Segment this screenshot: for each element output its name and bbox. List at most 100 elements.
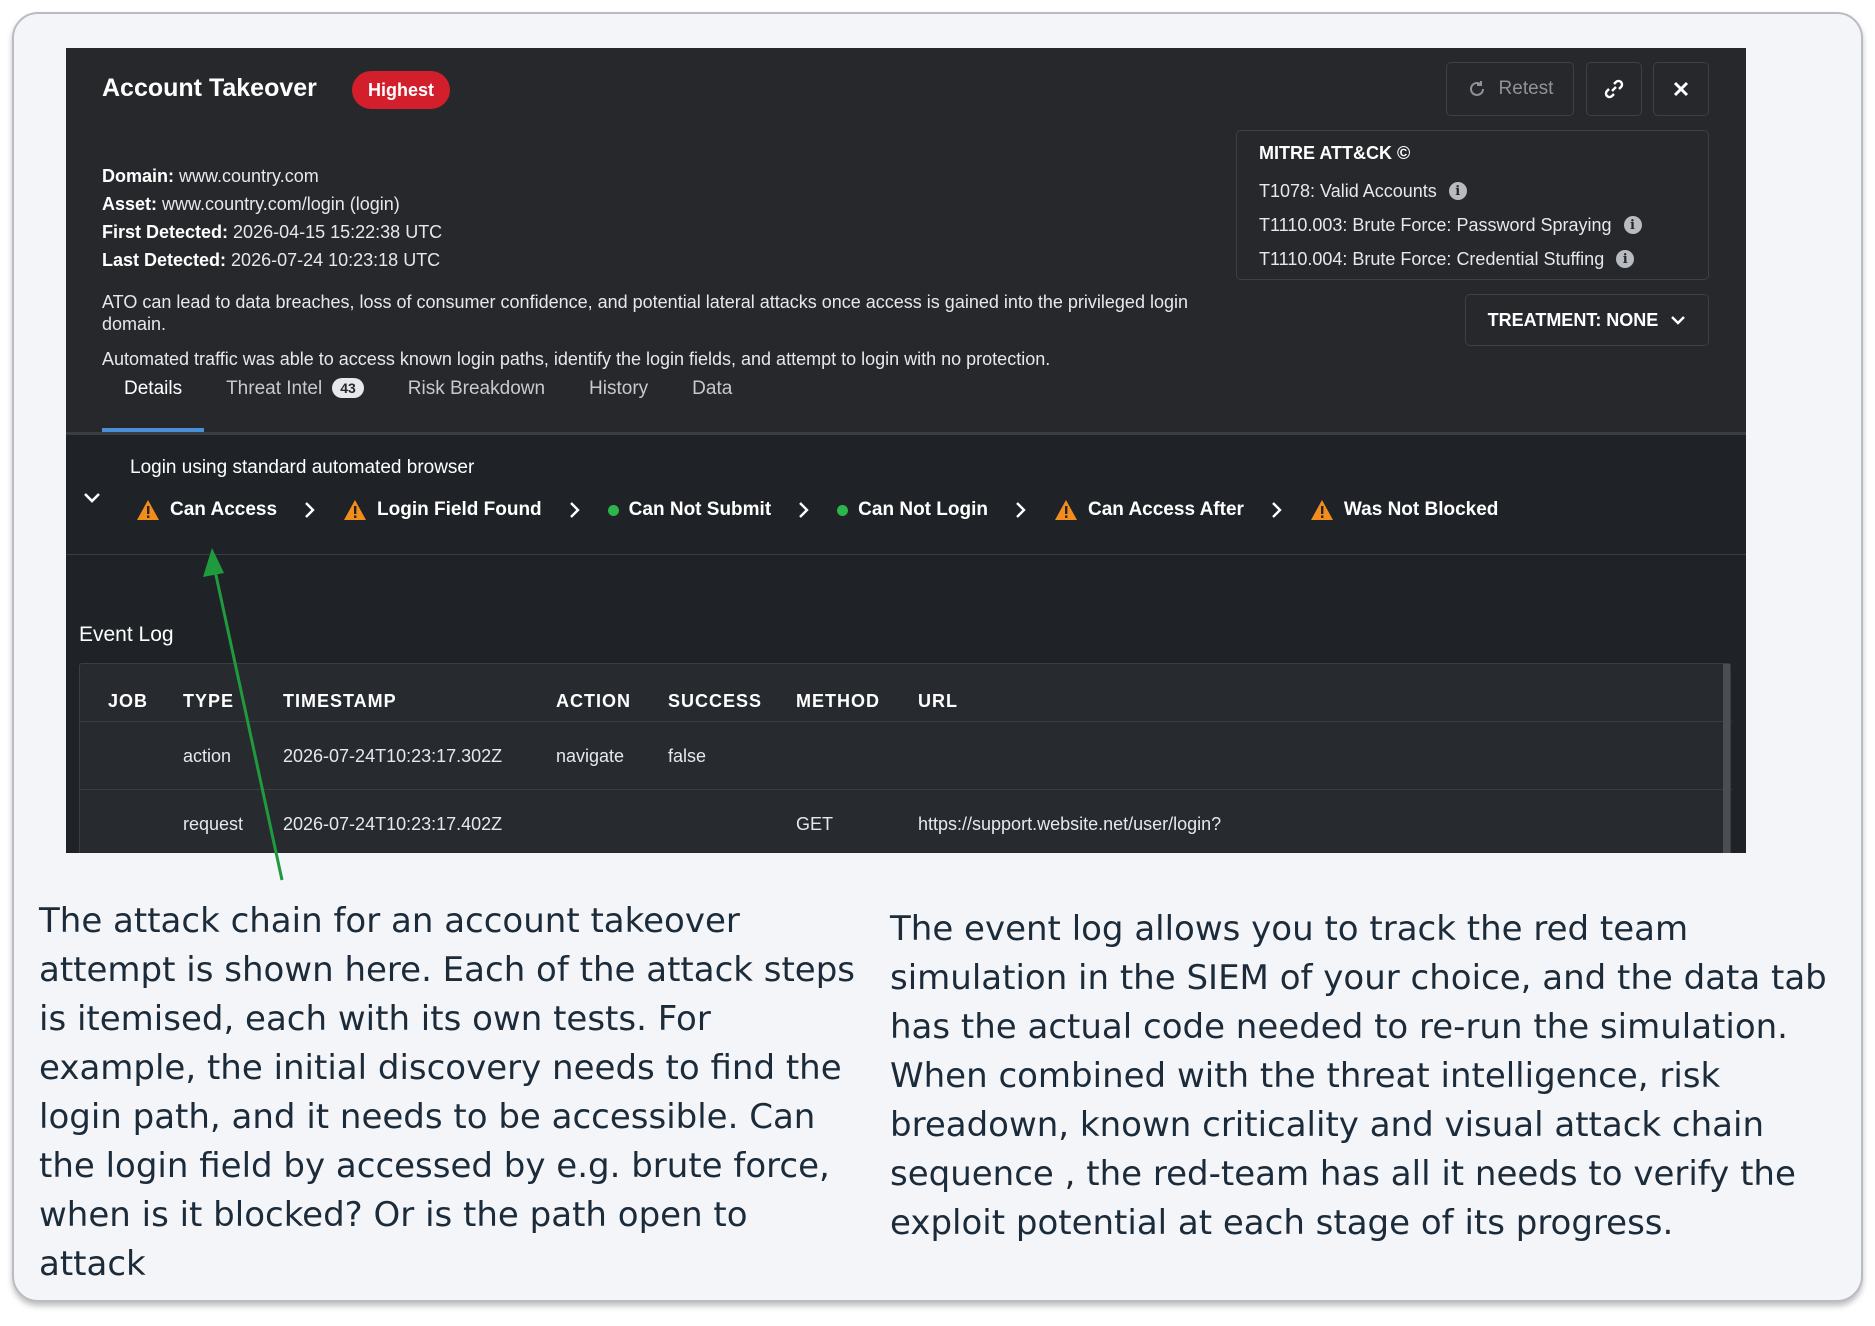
scrollbar[interactable] (1723, 664, 1730, 853)
status-dot-icon (837, 504, 849, 516)
mitre-technique-label: T1110.004: Brute Force: Credential Stuff… (1259, 248, 1605, 269)
chevron-right-icon (560, 495, 590, 525)
cell-method: GET (796, 814, 834, 834)
column-header[interactable]: URL (918, 691, 958, 712)
close-icon (1673, 81, 1689, 97)
chevron-down-icon[interactable] (80, 485, 104, 509)
first-detected-row: First Detected: 2026-04-15 15:22:38 UTC (102, 222, 442, 243)
mitre-attack-box: MITRE ATT&CK © T1078: Valid Accounts i T… (1236, 130, 1709, 280)
tab-data[interactable]: Data (670, 378, 754, 432)
attack-step[interactable]: Can Not Login (837, 499, 988, 521)
detail-tabs: Details Threat Intel 43 Risk Breakdown H… (102, 378, 754, 432)
status-dot-icon (607, 504, 619, 516)
cell-type: action (183, 746, 232, 766)
mitre-title: MITRE ATT&CK © (1259, 143, 1411, 163)
table-divider (80, 721, 1732, 722)
cell-timestamp: 2026-07-24T10:23:17.402Z (283, 814, 503, 834)
link-icon (1604, 79, 1624, 99)
tab-label: Threat Intel (226, 378, 323, 399)
attack-step-label: Login Field Found (377, 499, 542, 520)
attack-step[interactable]: Was Not Blocked (1310, 499, 1499, 521)
caption-left: The attack chain for an account takeover… (39, 901, 856, 1284)
finding-header-section: Account Takeover Highest Retest Domain: … (66, 48, 1746, 432)
first-detected-label: First Detected: (102, 222, 229, 242)
column-header[interactable]: TIMESTAMP (283, 691, 397, 712)
column-header[interactable]: ACTION (556, 691, 631, 712)
attack-step-label: Can Access (170, 499, 278, 520)
attack-step[interactable]: Can Access After (1054, 499, 1244, 521)
tab-label: Data (692, 378, 733, 399)
cell-timestamp: 2026-07-24T10:23:17.302Z (283, 746, 503, 766)
warning-icon (1310, 500, 1333, 520)
attack-step-label: Can Access After (1087, 499, 1244, 520)
attack-step[interactable]: Can Access (136, 499, 277, 521)
tab-history[interactable]: History (567, 378, 670, 432)
cell-type: request (183, 814, 244, 834)
mitre-technique-label: T1078: Valid Accounts (1259, 180, 1437, 201)
cell-success: false (668, 746, 707, 766)
attack-chain-steps: Can Access Login Field Found Can Not Sub… (136, 495, 1498, 525)
warning-icon (344, 500, 367, 520)
last-detected-value: 2026-07-24 10:23:18 UTC (231, 250, 441, 270)
asset-label: Asset: (102, 194, 158, 214)
attack-chain-row: Login using standard automated browser C… (66, 435, 1746, 555)
mitre-technique: T1110.003: Brute Force: Password Sprayin… (1259, 208, 1686, 242)
chevron-right-icon (295, 495, 325, 525)
count-badge: 43 (332, 378, 364, 398)
attack-step-label: Can Not Login (858, 499, 988, 520)
chevron-right-icon (1262, 495, 1292, 525)
info-icon[interactable]: i (1448, 182, 1467, 200)
mitre-technique: T1110.004: Brute Force: Credential Stuff… (1259, 242, 1686, 276)
treatment-value: TREATMENT: NONE (1487, 309, 1659, 330)
tab-risk-breakdown[interactable]: Risk Breakdown (386, 378, 567, 432)
finding-title: Account Takeover (102, 74, 317, 102)
column-header[interactable]: METHOD (796, 691, 880, 712)
attack-step-label: Was Not Blocked (1343, 499, 1499, 520)
last-detected-label: Last Detected: (102, 250, 227, 270)
domain-row: Domain: www.country.com (102, 166, 319, 187)
tab-label: Details (124, 378, 183, 399)
tab-label: Risk Breakdown (407, 378, 546, 399)
chevron-right-icon (1006, 495, 1036, 525)
impact-description: ATO can lead to data breaches, loss of c… (102, 292, 1188, 334)
attack-chain-label: Login using standard automated browser (130, 457, 475, 478)
retest-label: Retest (1498, 78, 1554, 99)
attack-step[interactable]: Can Not Submit (607, 499, 772, 521)
cell-url: https://support.website.net/user/login? (918, 814, 1222, 834)
column-header[interactable]: TYPE (183, 691, 234, 712)
mitre-technique-label: T1110.003: Brute Force: Password Sprayin… (1259, 214, 1612, 235)
tab-threat-intel[interactable]: Threat Intel 43 (204, 378, 386, 432)
chevron-down-icon (1671, 316, 1686, 325)
event-log-table: JOB TYPE TIMESTAMP ACTION SUCCESS METHOD… (79, 663, 1732, 853)
caption-right: The event log allows you to track the re… (890, 909, 1827, 1243)
info-icon[interactable]: i (1616, 250, 1635, 268)
first-detected-value: 2026-04-15 15:22:38 UTC (233, 222, 443, 242)
domain-label: Domain: (102, 166, 174, 186)
asset-row: Asset: www.country.com/login (login) (102, 194, 400, 215)
column-header[interactable]: JOB (108, 691, 148, 712)
warning-icon (137, 500, 159, 520)
retest-button[interactable]: Retest (1446, 62, 1574, 116)
chevron-right-icon (789, 495, 819, 525)
finding-description: Automated traffic was able to access kno… (102, 349, 1051, 369)
tab-label: History (589, 378, 649, 399)
warning-icon (1054, 500, 1077, 520)
close-button[interactable] (1653, 62, 1709, 116)
domain-value: www.country.com (179, 166, 319, 186)
finding-detail-panel: Account Takeover Highest Retest Domain: … (66, 48, 1746, 853)
refresh-icon (1469, 81, 1484, 96)
mitre-technique: T1078: Valid Accounts i (1259, 174, 1686, 208)
attack-step[interactable]: Login Field Found (343, 499, 542, 521)
asset-value: www.country.com/login (login) (162, 194, 400, 214)
tab-details[interactable]: Details (102, 378, 205, 432)
event-log-title: Event Log (79, 623, 174, 646)
cell-action: navigate (556, 746, 625, 766)
last-detected-row: Last Detected: 2026-07-24 10:23:18 UTC (102, 250, 440, 271)
column-header[interactable]: SUCCESS (668, 691, 762, 712)
treatment-dropdown[interactable]: TREATMENT: NONE (1465, 294, 1709, 346)
attack-step-label: Can Not Submit (628, 499, 772, 520)
copy-link-button[interactable] (1586, 62, 1642, 116)
severity-badge: Highest (352, 71, 451, 109)
table-divider (80, 789, 1732, 790)
info-icon[interactable]: i (1623, 216, 1642, 234)
